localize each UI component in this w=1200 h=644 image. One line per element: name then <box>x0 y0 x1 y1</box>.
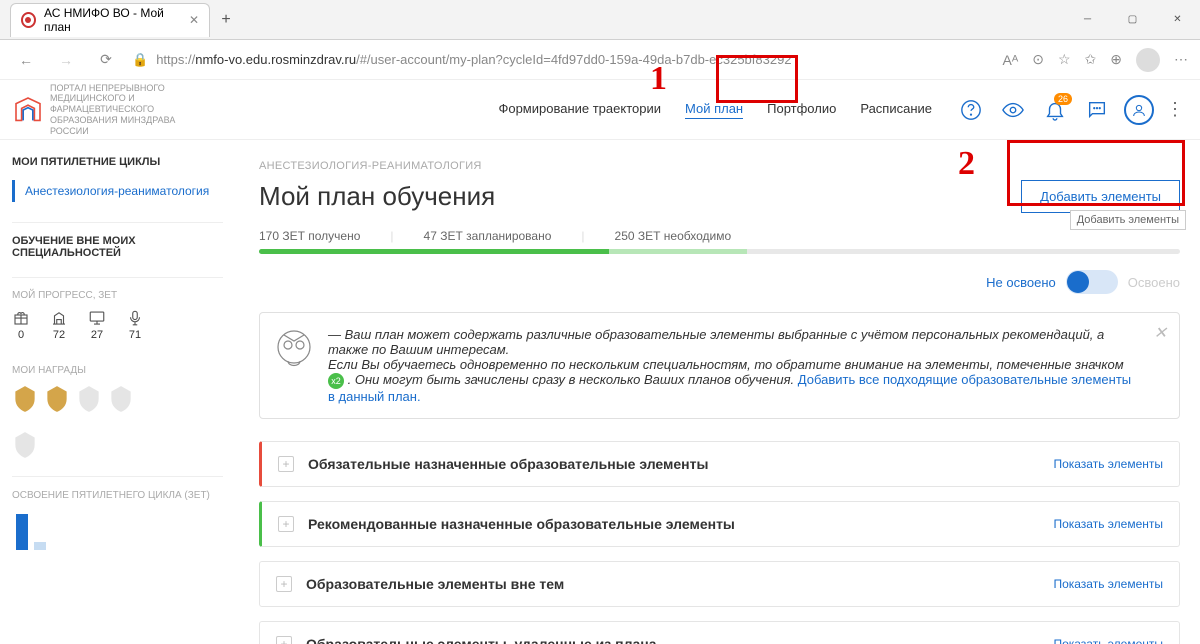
back-button[interactable]: ← <box>12 46 40 74</box>
award-badge-empty <box>108 384 134 414</box>
progress-bar <box>259 249 1180 254</box>
favorites-icon[interactable]: ✩ <box>1085 51 1097 68</box>
content-area: АНЕСТЕЗИОЛОГИЯ-РЕАНИМАТОЛОГИЯ Мой план о… <box>235 140 1200 644</box>
refresh-button[interactable]: ⟳ <box>92 46 120 74</box>
browser-titlebar: АС НМИФО ВО - Мой план ✕ + ─ ▢ ✕ <box>0 0 1200 40</box>
app-logo <box>12 94 44 126</box>
read-aloud-icon[interactable]: ☆ <box>1058 51 1071 68</box>
sidebar-awards-heading: МОИ НАГРАДЫ <box>12 365 223 376</box>
sidebar-mastery-heading: ОСВОЕНИЕ ПЯТИЛЕТНЕГО ЦИКЛА (ЗЕТ) <box>12 489 223 502</box>
expand-icon[interactable]: + <box>278 516 294 532</box>
collections-icon[interactable]: ⊕ <box>1110 51 1122 68</box>
sidebar-cycle-anesthesiology[interactable]: Анестезиология-реаниматология <box>12 180 223 202</box>
browser-profile[interactable] <box>1136 48 1160 72</box>
tab-title: АС НМИФО ВО - Мой план <box>44 6 181 34</box>
app-menu-icon[interactable]: ⋮ <box>1166 99 1184 120</box>
forward-button[interactable]: → <box>52 46 80 74</box>
zet-stats: 170 ЗЕТ получено | 47 ЗЕТ запланировано … <box>259 229 1180 243</box>
url-path: /#/user-account/my-plan?cycleId=4fd97dd0… <box>356 52 791 67</box>
section-recommended[interactable]: + Рекомендованные назначенные образовате… <box>259 501 1180 547</box>
address-bar: ← → ⟳ 🔒 https://nmfo-vo.edu.rosminzdrav.… <box>0 40 1200 80</box>
x2-badge: x2 <box>328 373 344 389</box>
user-profile-icon[interactable] <box>1124 95 1154 125</box>
url-host: nmfo-vo.edu.rosminzdrav.ru <box>195 52 356 67</box>
toggle-switch[interactable] <box>1066 270 1118 294</box>
info-line-1: — Ваш план может содержать различные обр… <box>328 327 1141 357</box>
show-elements-link[interactable]: Показать элементы <box>1053 517 1163 531</box>
awards-row-2 <box>12 430 223 460</box>
addr-actions: Aᴬ ⊙ ☆ ✩ ⊕ ⋯ <box>1003 48 1188 72</box>
progress-item-mic: 71 <box>126 309 144 341</box>
expand-icon[interactable]: + <box>276 576 292 592</box>
progress-item-gift: 0 <box>12 309 30 341</box>
award-badge-empty <box>76 384 102 414</box>
page-title: Мой план обучения <box>259 181 495 212</box>
toggle-label-on: Не освоено <box>986 275 1056 290</box>
sidebar-progress-heading: МОЙ ПРОГРЕСС, ЗЕТ <box>12 290 223 301</box>
info-card: — Ваш план может содержать различные обр… <box>259 312 1180 419</box>
close-info-icon[interactable]: ✕ <box>1154 323 1167 343</box>
favicon <box>21 12 36 28</box>
tab-close-icon[interactable]: ✕ <box>189 13 199 27</box>
new-tab-button[interactable]: + <box>210 11 242 29</box>
app-header: портал непрерывного медицинского и фарма… <box>0 80 1200 140</box>
award-badge-gold <box>12 384 38 414</box>
expand-icon[interactable]: + <box>278 456 294 472</box>
notif-badge: 26 <box>1054 93 1072 105</box>
section-removed[interactable]: + Образовательные элементы, удаленные из… <box>259 621 1180 644</box>
window-controls: ─ ▢ ✕ <box>1065 0 1200 40</box>
section-outside-themes[interactable]: + Образовательные элементы вне тем Показ… <box>259 561 1180 607</box>
progress-item-building: 72 <box>50 309 68 341</box>
url-input[interactable]: 🔒 https://nmfo-vo.edu.rosminzdrav.ru/#/u… <box>132 52 991 68</box>
nav-portfolio[interactable]: Портфолио <box>767 101 836 119</box>
show-elements-link[interactable]: Показать элементы <box>1053 457 1163 471</box>
sidebar-cycles-heading: МОИ ПЯТИЛЕТНИЕ ЦИКЛЫ <box>12 156 223 168</box>
mastery-toggle: Не освоено Освоено <box>259 270 1180 294</box>
minimize-button[interactable]: ─ <box>1065 0 1110 40</box>
chat-icon[interactable] <box>1082 95 1112 125</box>
zet-required: 250 ЗЕТ необходимо <box>615 229 732 243</box>
nav-my-plan[interactable]: Мой план <box>685 101 743 119</box>
maximize-button[interactable]: ▢ <box>1110 0 1155 40</box>
add-elements-button[interactable]: Добавить элементы <box>1021 180 1180 213</box>
search-icon[interactable]: ⊙ <box>1032 51 1044 68</box>
zet-earned: 170 ЗЕТ получено <box>259 229 360 243</box>
specialty-label: АНЕСТЕЗИОЛОГИЯ-РЕАНИМАТОЛОГИЯ <box>259 160 1180 172</box>
section-mandatory[interactable]: + Обязательные назначенные образовательн… <box>259 441 1180 487</box>
mastery-bar-chart <box>16 510 223 550</box>
help-icon[interactable] <box>956 95 986 125</box>
awards-row <box>12 384 223 414</box>
close-window-button[interactable]: ✕ <box>1155 0 1200 40</box>
more-icon[interactable]: ⋯ <box>1174 51 1188 68</box>
award-badge-empty <box>12 430 38 460</box>
progress-item-monitor: 27 <box>88 309 106 341</box>
info-line-2b: . Они могут быть зачислены сразу в неско… <box>348 372 798 387</box>
lock-icon: 🔒 <box>132 52 148 68</box>
owl-icon <box>274 327 314 404</box>
eye-icon[interactable] <box>998 95 1028 125</box>
text-size-icon[interactable]: Aᴬ <box>1003 52 1019 68</box>
add-elements-tooltip: Добавить элементы <box>1070 210 1186 230</box>
nav-formation[interactable]: Формирование траектории <box>498 101 661 119</box>
app-logo-text: портал непрерывного медицинского и фарма… <box>50 83 190 137</box>
top-nav: Формирование траектории Мой план Портфол… <box>498 101 932 119</box>
progress-stats: 0 72 27 71 <box>12 309 223 341</box>
toggle-label-off: Освоено <box>1128 275 1180 290</box>
expand-icon[interactable]: + <box>276 636 292 644</box>
info-line-2a: Если Вы обучаетесь одновременно по неско… <box>328 357 1124 372</box>
show-elements-link[interactable]: Показать элементы <box>1053 577 1163 591</box>
zet-planned: 47 ЗЕТ запланировано <box>424 229 552 243</box>
header-actions: 26 ⋮ <box>956 95 1184 125</box>
bell-icon[interactable]: 26 <box>1040 95 1070 125</box>
show-elements-link[interactable]: Показать элементы <box>1053 637 1163 644</box>
sidebar-outside-heading[interactable]: ОБУЧЕНИЕ ВНЕ МОИХ СПЕЦИАЛЬНОСТЕЙ <box>12 235 223 259</box>
nav-schedule[interactable]: Расписание <box>860 101 932 119</box>
sidebar: МОИ ПЯТИЛЕТНИЕ ЦИКЛЫ Анестезиология-реан… <box>0 140 235 644</box>
award-badge-gold <box>44 384 70 414</box>
browser-tab[interactable]: АС НМИФО ВО - Мой план ✕ <box>10 3 210 37</box>
